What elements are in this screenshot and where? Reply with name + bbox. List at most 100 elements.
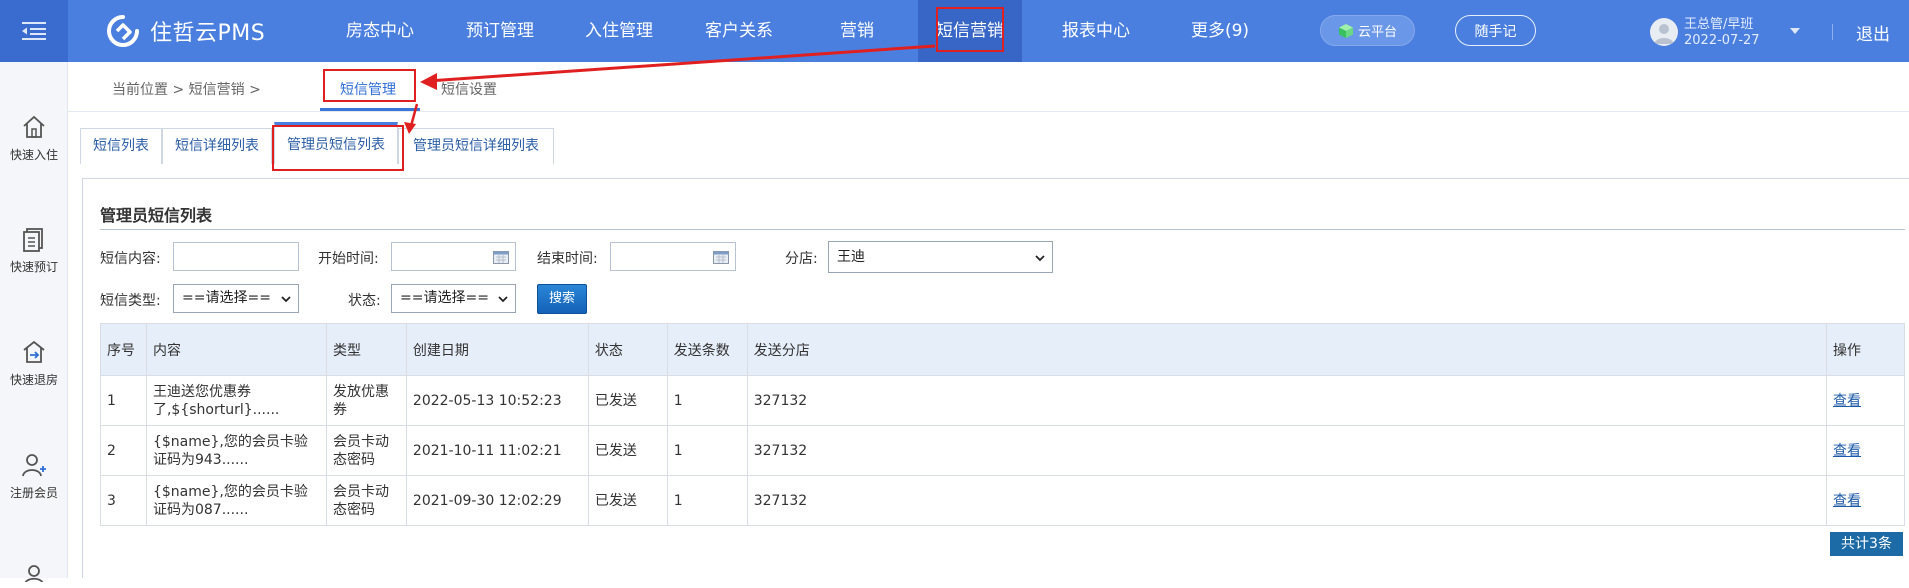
content-filter-input[interactable] [173, 242, 299, 271]
avatar[interactable] [1650, 18, 1678, 46]
breadcrumb-text: 当前位置 > 短信营销 > [112, 82, 261, 98]
table-row: 1 王迪送您优惠券了,${shorturl}...... 发放优惠券 2022-… [100, 375, 1905, 426]
cell-content: {$name},您的会员卡验证码为943...... [145, 425, 327, 476]
home-icon [23, 115, 45, 138]
sidebar-item-label: 注册会员 [9, 486, 58, 500]
column-header: 类型 [325, 323, 407, 376]
status-select[interactable]: ==请选择== [391, 284, 516, 313]
search-button[interactable]: 搜索 [537, 284, 587, 314]
cell-date: 2021-09-30 12:02:29 [405, 475, 589, 526]
admin-sms-table: 序号 内容 类型 创建日期 状态 发送条数 发送分店 操作 1 王迪送您优惠券了… [100, 323, 1905, 526]
view-link[interactable]: 查看 [1833, 393, 1861, 409]
user-avatar-icon [1654, 24, 1674, 44]
user-icon [24, 565, 44, 582]
nav-reports[interactable]: 报表中心 [1056, 0, 1136, 62]
cell-status: 已发送 [587, 375, 668, 426]
column-header: 内容 [145, 323, 327, 376]
sidebar-item-label: 快速退房 [9, 373, 58, 387]
memo-button[interactable]: 随手记 [1455, 15, 1536, 46]
start-time-label: 开始时间: [318, 251, 379, 267]
column-header: 操作 [1826, 323, 1905, 376]
brand-logo[interactable]: 住哲云PMS [106, 14, 265, 48]
column-header: 发送条数 [666, 323, 748, 376]
nav-sms-marketing[interactable]: 短信营销 [918, 0, 1022, 62]
table-header-row: 序号 内容 类型 创建日期 状态 发送条数 发送分店 操作 [100, 323, 1905, 376]
sms-type-select[interactable]: ==请选择== [173, 284, 299, 313]
menu-toggle-button[interactable] [0, 0, 68, 62]
cube-icon [1338, 23, 1353, 38]
nav-reservation[interactable]: 预订管理 [460, 0, 540, 62]
panel-title-divider [100, 229, 1905, 230]
sidebar-item-label: 快速入住 [9, 148, 58, 162]
menu-collapse-icon [22, 22, 46, 40]
brand-name: 住哲云PMS [150, 21, 266, 46]
cell-date: 2022-05-13 10:52:23 [405, 375, 589, 426]
document-icon [23, 228, 43, 252]
cell-action: 查看 [1826, 425, 1905, 476]
nav-customer[interactable]: 客户关系 [699, 0, 779, 62]
sidebar-item-quick-booking[interactable]: 快速预订 [0, 226, 68, 275]
column-header: 序号 [100, 323, 147, 376]
tab-admin-sms-detail-list[interactable]: 管理员短信详细列表 [398, 128, 554, 164]
cell-status: 已发送 [587, 425, 668, 476]
calendar-icon[interactable] [493, 250, 509, 264]
total-count-badge: 共计3条 [1830, 532, 1903, 556]
column-header: 状态 [587, 323, 668, 376]
content-filter-label: 短信内容: [100, 251, 161, 267]
cell-action: 查看 [1826, 475, 1905, 526]
panel-title: 管理员短信列表 [100, 206, 213, 225]
sidebar-item-more[interactable] [0, 562, 68, 588]
cell-content: 王迪送您优惠券了,${shorturl}...... [145, 375, 327, 426]
annotation-highlight-box [936, 7, 1004, 52]
cell-branch: 327132 [746, 425, 1828, 476]
nav-marketing[interactable]: 营销 [827, 0, 887, 62]
view-link[interactable]: 查看 [1833, 493, 1861, 509]
cell-count: 1 [666, 425, 748, 476]
cell-content: {$name},您的会员卡验证码为087...... [145, 475, 327, 526]
branch-select[interactable]: 王迪 [828, 241, 1053, 273]
cell-status: 已发送 [587, 475, 668, 526]
cell-no: 2 [100, 425, 147, 476]
chevron-down-icon [1035, 255, 1045, 262]
sms-type-select-value: ==请选择== [182, 290, 271, 306]
add-user-icon [22, 454, 46, 477]
sidebar-item-quick-checkin[interactable]: 快速入住 [0, 114, 68, 163]
cell-no: 3 [100, 475, 147, 526]
end-time-input[interactable] [610, 242, 736, 271]
column-header: 发送分店 [746, 323, 1828, 376]
tab-sms-list[interactable]: 短信列表 [80, 128, 162, 164]
cell-type: 会员卡动态密码 [325, 425, 407, 476]
nav-more[interactable]: 更多(9) [1180, 0, 1260, 62]
user-shift-date: 2022-07-27 [1684, 33, 1760, 48]
cell-branch: 327132 [746, 475, 1828, 526]
chevron-down-icon[interactable] [1788, 24, 1802, 38]
cell-no: 1 [100, 375, 147, 426]
cell-count: 1 [666, 375, 748, 426]
branch-select-value: 王迪 [837, 249, 865, 265]
sidebar-item-quick-checkout[interactable]: 快速退房 [0, 339, 68, 388]
chevron-down-icon [498, 296, 508, 303]
cell-date: 2021-10-11 11:02:21 [405, 425, 589, 476]
cell-branch: 327132 [746, 375, 1828, 426]
subtab-sms-settings[interactable]: 短信设置 [441, 79, 497, 99]
sidebar-item-register-member[interactable]: 注册会员 [0, 452, 68, 501]
top-header: 住哲云PMS 房态中心 预订管理 入住管理 客户关系 营销 短信营销 报表中心 … [0, 0, 1909, 62]
tab-sms-detail-list[interactable]: 短信详细列表 [162, 128, 272, 164]
logout-link[interactable]: 退出 [1856, 20, 1890, 45]
brand-logo-icon [107, 15, 139, 47]
calendar-icon[interactable] [713, 250, 729, 264]
table-row: 2 {$name},您的会员卡验证码为943...... 会员卡动态密码 202… [100, 425, 1905, 476]
view-link[interactable]: 查看 [1833, 443, 1861, 459]
start-time-input[interactable] [391, 242, 516, 271]
cell-count: 1 [666, 475, 748, 526]
cloud-platform-button[interactable]: 云平台 [1320, 15, 1415, 46]
column-header: 创建日期 [405, 323, 589, 376]
chevron-down-icon [281, 296, 291, 303]
nav-checkin[interactable]: 入住管理 [579, 0, 659, 62]
cell-type: 发放优惠券 [325, 375, 407, 426]
status-label: 状态: [348, 293, 381, 309]
cell-action: 查看 [1826, 375, 1905, 426]
sms-type-label: 短信类型: [100, 293, 161, 309]
user-name: 王总管/早班 [1684, 17, 1754, 32]
nav-room-status[interactable]: 房态中心 [340, 0, 420, 62]
